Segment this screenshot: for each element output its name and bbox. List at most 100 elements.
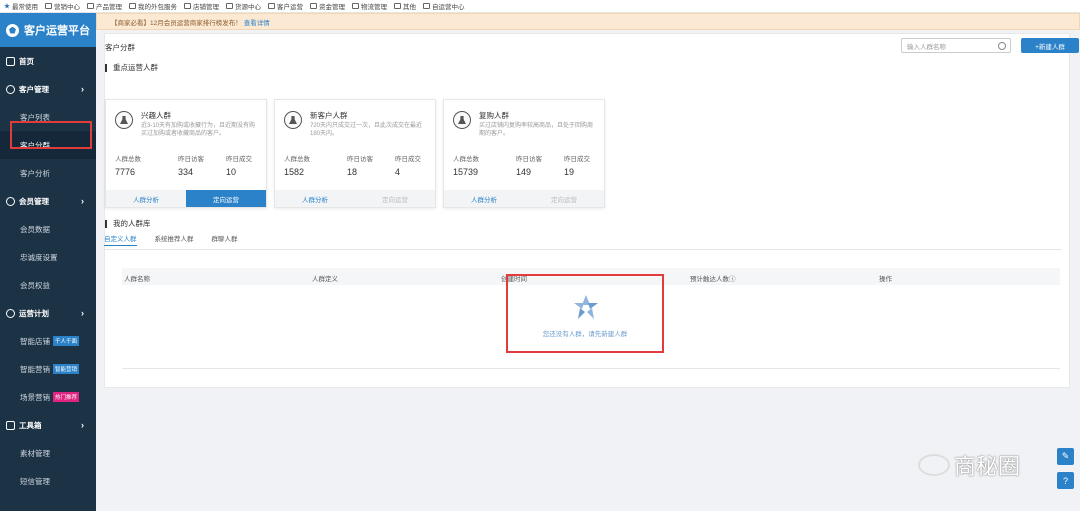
notice-bar: 【商家必看】12月会员运营商家排行榜发布！ 查看详情 — [96, 13, 1080, 30]
folder-icon — [45, 3, 52, 9]
tab-group-chat[interactable]: 群聊人群 — [212, 233, 238, 246]
search-input[interactable]: 输入人群名称 — [901, 38, 1011, 53]
page-title: 客户分群 — [105, 43, 135, 52]
empty-state-text: 您还没有人群，请先新建人群 — [542, 331, 628, 338]
stat-value: 1582 — [284, 167, 305, 177]
top-nav-item[interactable]: 产品管理 — [87, 1, 122, 11]
folder-icon — [184, 3, 191, 9]
top-nav-item[interactable]: 货源中心 — [226, 1, 261, 11]
targeted-operation-button: 定向运营 — [524, 190, 604, 207]
brand-logo-icon — [6, 23, 19, 37]
stat-label: 昨日成交 — [226, 156, 252, 163]
top-nav-label: 资金管理 — [319, 4, 345, 11]
stat-value: 7776 — [115, 167, 136, 177]
stat-label: 昨日成交 — [564, 156, 590, 163]
sidebar-group-member[interactable]: 会员管理 › — [0, 187, 96, 215]
card-title: 复购人群 — [479, 111, 509, 120]
card-buttons: 人群分析 定向运营 — [275, 190, 435, 207]
top-nav-item[interactable]: 资金管理 — [310, 1, 345, 11]
folder-icon — [423, 3, 430, 9]
highlight-box — [10, 121, 92, 149]
stat-value: 19 — [564, 167, 575, 177]
top-nav-label: 店铺管理 — [193, 4, 219, 11]
tab-system-recommended[interactable]: 系统推荐人群 — [155, 233, 194, 246]
sidebar-item-member-rights[interactable]: 会员权益 — [0, 271, 96, 299]
stat-value: 10 — [226, 167, 237, 177]
top-nav-item[interactable]: 自运营中心 — [423, 1, 465, 11]
sidebar-item-home[interactable]: 首页 — [0, 47, 96, 75]
sidebar-item-member-data[interactable]: 会员数据 — [0, 215, 96, 243]
chevron-right-icon: › — [81, 84, 84, 94]
column-header: 操作 — [879, 276, 892, 283]
segment-analysis-button[interactable]: 人群分析 — [275, 190, 355, 207]
targeted-operation-button[interactable]: 定向运营 — [186, 190, 266, 207]
sidebar-item-smart-marketing[interactable]: 智能营销 智能营销 — [0, 355, 96, 383]
sidebar-group-customer[interactable]: 客户管理 › — [0, 75, 96, 103]
top-nav-item[interactable]: 我的外包服务 — [129, 1, 177, 11]
top-nav-item[interactable]: 营销中心 — [45, 1, 80, 11]
help-button[interactable]: ? — [1057, 472, 1074, 489]
users-icon — [284, 111, 302, 129]
brand-header[interactable]: 客户运营平台 — [0, 13, 96, 47]
stat: 人群总数 7776 — [115, 153, 141, 177]
edit-button[interactable]: ✎ — [1057, 448, 1074, 465]
tab-custom[interactable]: 自定义人群 — [104, 233, 137, 246]
segment-analysis-button[interactable]: 人群分析 — [444, 190, 524, 207]
sidebar-item-scene-marketing[interactable]: 场景营销 热门推荐 — [0, 383, 96, 411]
top-nav-item[interactable]: 客户运营 — [268, 1, 303, 11]
sidebar-group-toolbox[interactable]: 工具箱 › — [0, 411, 96, 439]
segment-tabs: 自定义人群 系统推荐人群 群聊人群 — [104, 233, 238, 246]
folder-icon — [226, 3, 233, 9]
top-nav-label: 物流管理 — [361, 4, 387, 11]
top-nav-label: 营销中心 — [54, 4, 80, 11]
stat-label: 昨日访客 — [516, 156, 542, 163]
stat: 昨日成交 10 — [226, 153, 252, 177]
segment-analysis-button[interactable]: 人群分析 — [106, 190, 186, 207]
brand-title: 客户运营平台 — [24, 25, 90, 37]
card-desc: 买过店铺内复购率较高商品，且处于回购周期的客户。 — [479, 123, 594, 137]
tag-badge: 智能营销 — [53, 364, 80, 374]
segment-card: 新客户人群 720天内只成交过一次，且此次成交在最近180天内。 人群总数 158… — [274, 99, 436, 208]
stat: 昨日访客 334 — [178, 153, 204, 177]
sidebar-item-label: 场景营销 — [20, 392, 50, 402]
stat: 昨日成交 4 — [395, 153, 421, 177]
chevron-right-icon: › — [81, 420, 84, 430]
stat-value: 149 — [516, 167, 532, 177]
watermark-text: 商秘圈 — [954, 454, 1021, 479]
tag-badge: 千人千面 — [53, 336, 80, 346]
sidebar-item-loyalty[interactable]: 忠诚度设置 — [0, 243, 96, 271]
search-icon[interactable] — [998, 42, 1006, 50]
stat: 昨日访客 18 — [347, 153, 373, 177]
sidebar-group-plan[interactable]: 运营计划 › — [0, 299, 96, 327]
folder-icon — [394, 3, 401, 9]
top-nav-item[interactable]: 物流管理 — [352, 1, 387, 11]
sidebar-item-smart-store[interactable]: 智能店铺 千人千面 — [0, 327, 96, 355]
folder-icon — [87, 3, 94, 9]
top-nav-label: 其他 — [403, 4, 416, 11]
sidebar-item-materials[interactable]: 素材管理 — [0, 439, 96, 467]
stat-value: 4 — [395, 167, 401, 177]
bulb-icon — [6, 308, 15, 318]
sidebar-item-customer-analysis[interactable]: 客户分析 — [0, 159, 96, 187]
divider — [104, 249, 1062, 250]
notice-link[interactable]: 查看详情 — [244, 17, 270, 27]
new-segment-button[interactable]: +新建人群 — [1021, 38, 1079, 53]
sidebar-item-label: 客户管理 — [19, 84, 49, 94]
sidebar-item-sms[interactable]: 短信管理 — [0, 467, 96, 495]
top-nav-label: 产品管理 — [96, 4, 122, 11]
stat-value: 334 — [178, 167, 194, 177]
top-nav-item[interactable]: 最常使用 — [4, 1, 38, 11]
stat-label: 昨日访客 — [347, 156, 373, 163]
targeted-operation-button: 定向运营 — [355, 190, 435, 207]
top-nav-item[interactable]: 其他 — [394, 1, 416, 11]
stat: 昨日成交 19 — [564, 153, 590, 177]
stat: 人群总数 1582 — [284, 153, 310, 177]
column-header: 人群定义 — [312, 276, 338, 283]
section-title: 重点运营人群 — [105, 64, 158, 72]
sidebar-item-label: 客户分析 — [20, 168, 50, 178]
stat-value: 18 — [347, 167, 358, 177]
top-nav-item[interactable]: 店铺管理 — [184, 1, 219, 11]
users-icon — [453, 111, 471, 129]
card-title: 兴趣人群 — [141, 111, 171, 120]
sidebar-item-label: 运营计划 — [19, 308, 49, 318]
